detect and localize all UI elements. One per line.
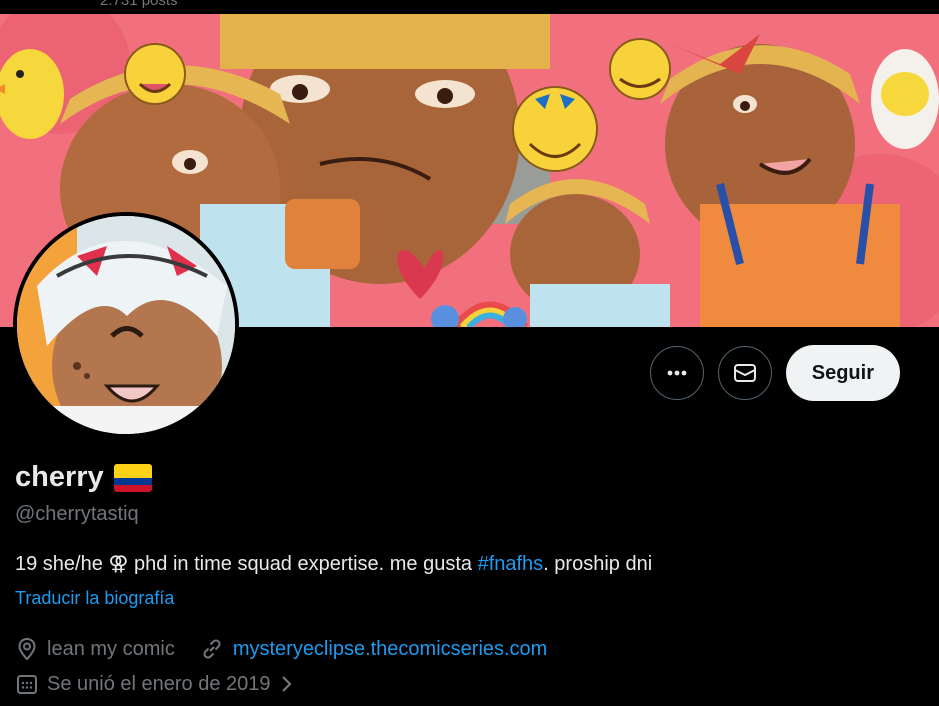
profile-actions: Seguir	[649, 345, 900, 401]
bio-text-prefix: 19 she/he ⚢ phd in time squad expertise.…	[15, 553, 478, 575]
envelope-icon	[733, 364, 756, 382]
bio-text-suffix: . proship dni	[543, 553, 653, 575]
chevron-right-icon	[281, 676, 292, 692]
profile-handle: @cherrytastiq	[15, 503, 139, 525]
header-post-count-bar: 2.731 posts	[0, 0, 939, 14]
profile-bio: 19 she/he ⚢ phd in time squad expertise.…	[15, 551, 652, 576]
location-pin-icon	[18, 637, 36, 661]
profile-display-name: cherry	[15, 461, 104, 493]
colombia-flag-icon	[113, 463, 152, 492]
message-button[interactable]	[717, 346, 772, 400]
bio-hashtag-link[interactable]: #fnafhs	[478, 553, 544, 575]
profile-avatar[interactable]	[13, 212, 239, 438]
more-horizontal-icon	[667, 370, 687, 376]
profile-meta-row: lean my comic mysteryeclipse.thecomicser…	[15, 636, 547, 662]
calendar-icon	[17, 675, 37, 694]
profile-joined-row[interactable]: Se unió el enero de 2019	[15, 672, 295, 696]
more-options-button[interactable]	[649, 346, 704, 400]
profile-name-row: cherry	[15, 461, 152, 494]
avatar-image	[17, 216, 235, 434]
follow-button[interactable]: Seguir	[785, 345, 900, 401]
translate-bio-link[interactable]: Traducir la biografía	[15, 588, 174, 609]
post-count: 2.731 posts	[100, 0, 178, 9]
link-icon	[203, 639, 221, 659]
profile-joined-date: Se unió el enero de 2019	[47, 672, 271, 695]
profile-location: lean my comic	[47, 637, 175, 660]
profile-website-link[interactable]: mysteryeclipse.thecomicseries.com	[233, 638, 548, 661]
